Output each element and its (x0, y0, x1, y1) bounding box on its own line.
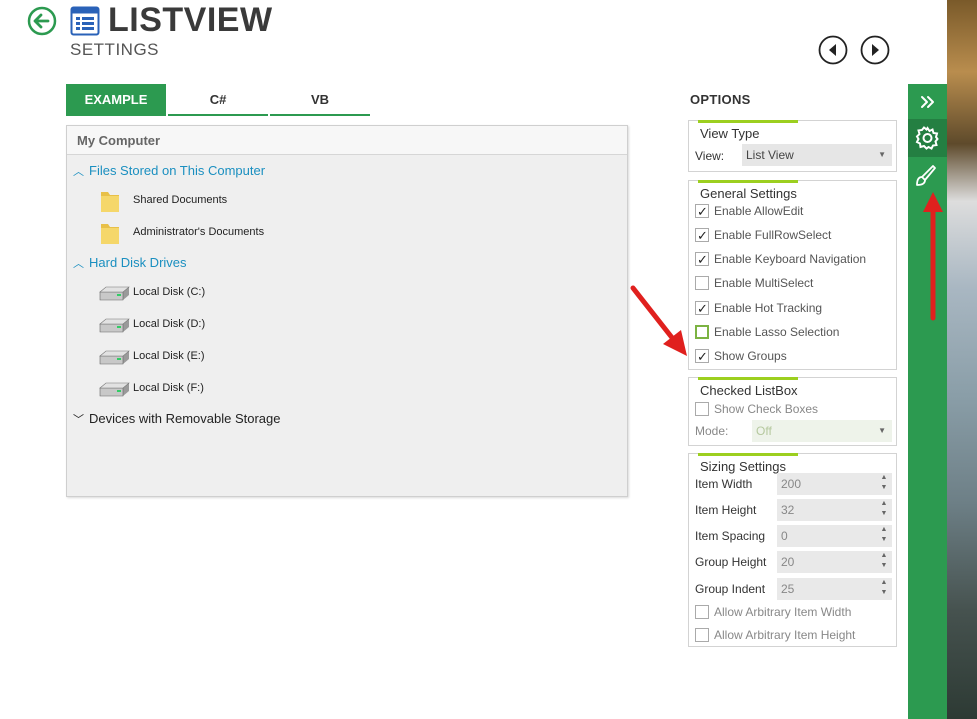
spinner-arrows-icon[interactable]: ▲ ▼ (880, 473, 888, 493)
app-window: LISTVIEW SETTINGS EXAMPLE C# VB My Compu… (0, 0, 977, 719)
checkbox-label: Show Groups (714, 349, 787, 363)
page-title: LISTVIEW (108, 1, 273, 39)
checkbox-checked[interactable] (695, 202, 709, 222)
sizing-settings-group: Sizing Settings Item Width 200 ▲ ▼ Item He… (688, 453, 897, 647)
group-indent-input[interactable]: 25 ▲ ▼ (777, 578, 892, 600)
listview-icon (70, 6, 100, 36)
folder-icon (101, 192, 119, 212)
folder-icon (101, 224, 119, 244)
checkbox-label: Enable Hot Tracking (714, 301, 823, 315)
tab-csharp[interactable]: C# (168, 84, 268, 116)
checkbox-unchecked[interactable] (695, 325, 709, 339)
view-label: View: (695, 149, 725, 163)
spinner-arrows-icon[interactable]: ▲ ▼ (880, 499, 888, 519)
item-label: Shared Documents (133, 194, 228, 206)
chevron-up-icon: ︿ (73, 258, 84, 270)
brush-icon[interactable] (908, 159, 947, 197)
checkbox-label: Enable FullRowSelect (714, 228, 832, 242)
hard-disk-icon (99, 350, 130, 365)
checkbox-label: Enable MultiSelect (714, 276, 814, 290)
input-value: 20 (781, 555, 795, 569)
dropdown-arrow-icon: ▼ (878, 426, 886, 435)
checked-listbox-group: Checked ListBox Show Check Boxes Mode: O… (688, 377, 897, 446)
checkbox-label: Enable Keyboard Navigation (714, 252, 867, 266)
group-title: Checked ListBox (698, 377, 798, 398)
group-removable-storage[interactable]: ﹀ Devices with Removable Storage (73, 409, 280, 429)
background-landscape-image (947, 0, 977, 719)
item-spacing-input[interactable]: 0 ▲ ▼ (777, 525, 892, 547)
item-label: Local Disk (C:) (133, 286, 206, 298)
view-type-group: View Type View: List View ▼ (688, 120, 897, 172)
item-spacing-label: Item Spacing (695, 529, 766, 543)
item-label: Local Disk (F:) (133, 382, 204, 394)
tab-vb[interactable]: VB (270, 84, 370, 116)
group-indent-label: Group Indent (695, 582, 766, 596)
view-type-select[interactable]: List View ▼ (742, 144, 892, 166)
input-value: 32 (781, 503, 795, 517)
spinner-arrows-icon[interactable]: ▲ ▼ (880, 551, 888, 571)
group-label: Files Stored on This Computer (89, 163, 266, 178)
spinner-arrows-icon[interactable]: ▲ ▼ (880, 525, 888, 545)
selected-value: List View (746, 148, 794, 162)
checkbox-unchecked[interactable] (695, 628, 709, 642)
tab-bar: EXAMPLE C# VB (66, 84, 370, 116)
next-example-button[interactable] (860, 35, 890, 65)
group-label: Devices with Removable Storage (89, 411, 281, 426)
hard-disk-icon (99, 318, 130, 333)
selected-value: Off (756, 424, 772, 438)
item-width-label: Item Width (695, 477, 753, 491)
previous-example-button[interactable] (818, 35, 848, 65)
checkbox-label: Allow Arbitrary Item Width (714, 605, 852, 619)
item-label: Local Disk (E:) (133, 350, 205, 362)
hard-disk-icon (99, 382, 130, 397)
dropdown-arrow-icon: ▼ (878, 150, 886, 159)
listview-header: My Computer (67, 126, 627, 155)
group-title: General Settings (698, 180, 798, 201)
checkbox-unchecked[interactable] (695, 402, 709, 416)
item-label: Local Disk (D:) (133, 318, 206, 330)
item-width-input[interactable]: 200 ▲ ▼ (777, 473, 892, 495)
listview-panel[interactable]: My Computer ︿ Files Stored on This Comput… (66, 125, 628, 497)
back-arrow-icon[interactable] (27, 6, 57, 36)
group-files-stored[interactable]: ︿ Files Stored on This Computer (73, 161, 265, 181)
mode-label: Mode: (695, 424, 729, 438)
page-subtitle: SETTINGS (70, 40, 160, 59)
chevron-double-right-icon[interactable] (908, 84, 947, 122)
checkbox-checked[interactable] (695, 299, 709, 319)
item-height-input[interactable]: 32 ▲ ▼ (777, 499, 892, 521)
group-height-label: Group Height (695, 555, 767, 569)
checkbox-checked[interactable] (695, 250, 709, 270)
group-title: View Type (698, 120, 798, 141)
spinner-arrows-icon[interactable]: ▲ ▼ (880, 578, 888, 598)
annotation-arrow-icon (630, 285, 687, 356)
checkbox-label: Allow Arbitrary Item Height (714, 628, 856, 642)
chevron-up-icon: ︿ (73, 166, 84, 178)
gear-icon[interactable] (908, 119, 947, 157)
checkbox-label: Enable Lasso Selection (714, 325, 840, 339)
chevron-down-icon: ﹀ (73, 414, 84, 426)
input-value: 0 (781, 529, 788, 543)
input-value: 200 (781, 477, 802, 491)
group-hard-disk-drives[interactable]: ︿ Hard Disk Drives (73, 253, 187, 273)
mode-select[interactable]: Off ▼ (752, 420, 892, 442)
settings-sidebar (908, 84, 947, 719)
tab-example[interactable]: EXAMPLE (66, 84, 166, 116)
checkbox-label: Show Check Boxes (714, 402, 819, 416)
input-value: 25 (781, 582, 795, 596)
group-label: Hard Disk Drives (89, 255, 187, 270)
options-title: OPTIONS (690, 92, 751, 107)
item-label: Administrator's Documents (133, 226, 265, 238)
checkbox-unchecked[interactable] (695, 276, 709, 290)
item-height-label: Item Height (695, 503, 757, 517)
group-title: Sizing Settings (698, 453, 798, 474)
hard-disk-icon (99, 286, 130, 301)
checkbox-checked[interactable] (695, 347, 709, 367)
group-height-input[interactable]: 20 ▲ ▼ (777, 551, 892, 573)
checkbox-unchecked[interactable] (695, 605, 709, 619)
checkbox-checked[interactable] (695, 226, 709, 246)
general-settings-group: General Settings Enable AllowEdit Enable… (688, 180, 897, 370)
checkbox-label: Enable AllowEdit (714, 204, 804, 218)
